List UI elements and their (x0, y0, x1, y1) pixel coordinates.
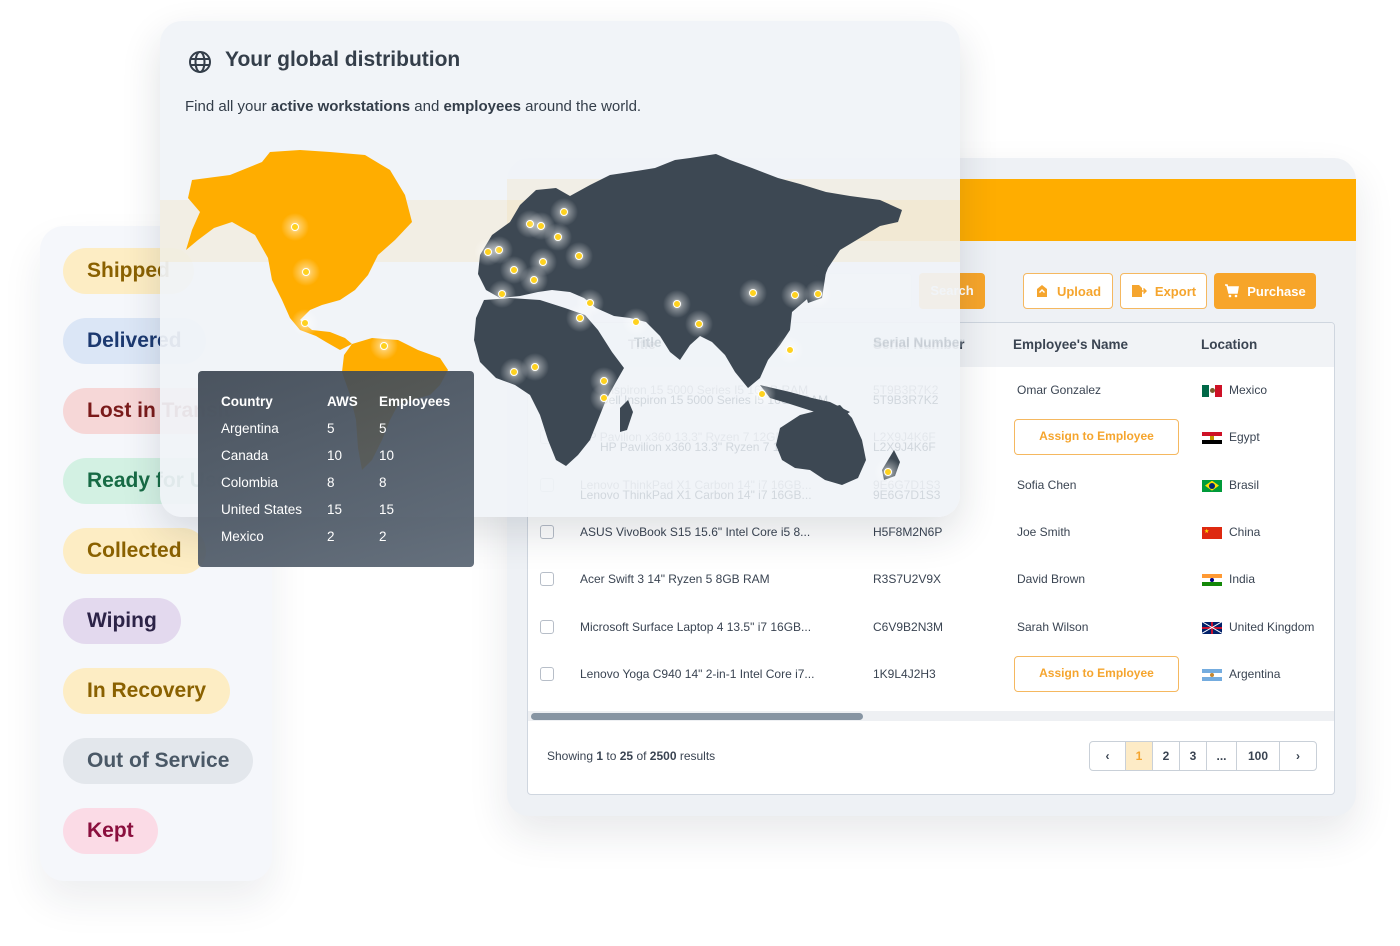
tooltip-cell: 5 (379, 421, 387, 436)
tooltip-cell: 2 (327, 529, 335, 544)
row-checkbox[interactable] (540, 666, 554, 681)
cell-employee: Omar Gonzalez (1017, 383, 1102, 397)
pill-label: Out of Service (87, 749, 230, 772)
tooltip-cell: 10 (327, 448, 343, 463)
cell-location: Argentina (1229, 666, 1281, 681)
cell-employee: David Brown (1017, 572, 1086, 587)
tooltip-header-cell: AWS (327, 394, 358, 409)
tooltip-cell: Argentina (221, 421, 279, 436)
next-page-button[interactable]: › (1280, 742, 1316, 770)
pill-label: In Recovery (87, 679, 207, 702)
tooltip-cell: Colombia (221, 475, 279, 490)
scrollbar-thumb[interactable] (531, 713, 863, 720)
cell-serial: 1K9L4J2H3 (873, 666, 936, 681)
row-checkbox[interactable] (540, 572, 554, 587)
tooltip-cell: Mexico (221, 529, 264, 544)
tooltip-cell: 2 (379, 529, 387, 544)
col-employee-name[interactable]: Employee's Name (1013, 323, 1128, 367)
ghost-title-2: HP Pavilion x360 13.3" Ryzen 7 12GB RAM (600, 440, 834, 454)
cell-employee: Sarah Wilson (1017, 619, 1089, 634)
table-row[interactable]: Lenovo Yoga C940 14" 2-in-1 Intel Core i… (528, 651, 1334, 698)
flag-eg-icon (1202, 432, 1222, 445)
cell-location: India (1229, 572, 1256, 587)
ghost-col-title: Title (634, 335, 662, 350)
cell-location: Mexico (1229, 383, 1268, 397)
ghost-title-3: Lenovo ThinkPad X1 Carbon 14" i7 16GB... (580, 488, 812, 502)
ghost-serial-3: 9E6G7D1S3 (873, 488, 941, 502)
country-tooltip: Country AWS Employees Argentina 5 5 Canada 10 10… (198, 371, 474, 567)
assign-to-employee-button[interactable]: Assign to Employee (1014, 655, 1179, 692)
cart-icon (1225, 284, 1240, 298)
card-title: Your global distribution (225, 48, 461, 71)
cell-employee: Joe Smith (1017, 524, 1071, 539)
ghost-col-serial: Serial Number (873, 335, 965, 350)
upload-icon (1036, 285, 1047, 297)
flag-gb-icon (1202, 621, 1222, 634)
status-pill-wiping[interactable]: Wiping (63, 598, 181, 644)
upload-button[interactable]: Upload (1023, 273, 1113, 309)
export-button[interactable]: Export (1120, 273, 1207, 309)
export-icon (1131, 285, 1147, 297)
tooltip-cell: United States (221, 502, 303, 517)
table-row[interactable]: Acer Swift 3 14" Ryzen 5 8GB RAM R3S7U2V9… (528, 556, 1334, 603)
page-2-button[interactable]: 2 (1153, 742, 1180, 770)
card-subtitle: Find all your active workstations and em… (185, 98, 642, 115)
cell-location: Egypt (1229, 430, 1260, 445)
tooltip-cell: 5 (327, 421, 335, 436)
horizontal-scrollbar[interactable] (528, 711, 1334, 721)
ghost-title-1: Dell Inspiron 15 5000 Series I5 16GB RAM (600, 393, 829, 407)
page-100-button[interactable]: 100 (1237, 742, 1280, 770)
tooltip-cell: 15 (379, 502, 395, 517)
cell-location: Brasil (1229, 477, 1260, 492)
cell-employee: Sofia Chen (1017, 477, 1077, 492)
flag-mx-icon (1202, 385, 1222, 397)
pill-label: Wiping (87, 609, 157, 632)
tooltip-cell: 8 (327, 475, 335, 490)
prev-page-button[interactable]: ‹ (1090, 742, 1126, 770)
cell-title: Acer Swift 3 14" Ryzen 5 8GB RAM (580, 572, 770, 587)
pill-label: Collected (87, 539, 182, 562)
globe-icon (189, 51, 211, 73)
purchase-button[interactable]: Purchase (1214, 273, 1316, 309)
purchase-label: Purchase (1247, 283, 1306, 299)
flag-ar-icon (1202, 668, 1222, 681)
page-1-button[interactable]: 1 (1126, 742, 1153, 770)
cell-title: Lenovo Yoga C940 14" 2-in-1 Intel Core i… (580, 666, 815, 681)
tooltip-header-cell: Employees (379, 394, 451, 409)
status-pill-in-recovery[interactable]: In Recovery (63, 668, 231, 714)
status-pill-kept[interactable]: Kept (63, 808, 158, 854)
page-3-button[interactable]: 3 (1180, 742, 1207, 770)
assign-to-employee-button[interactable]: Assign to Employee (1014, 419, 1179, 456)
cell-serial: R3S7U2V9X (873, 572, 942, 587)
tooltip-header-cell: Country (221, 394, 273, 409)
tooltip-cell: 10 (379, 448, 395, 463)
row-checkbox[interactable] (540, 524, 554, 539)
pagination: ‹ 1 2 3... 100 › (1089, 741, 1317, 771)
tooltip-cell: 15 (327, 502, 343, 517)
cell-location: China (1229, 524, 1261, 539)
pill-label: Shipped (87, 259, 170, 282)
flag-in-icon (1202, 574, 1222, 587)
col-location[interactable]: Location (1201, 323, 1257, 367)
cell-title: Microsoft Surface Laptop 4 13.5" i7 16GB… (580, 619, 812, 634)
table-row[interactable]: Microsoft Surface Laptop 4 13.5" i7 16GB… (528, 604, 1334, 651)
flag-cn-icon: ★ (1202, 526, 1222, 539)
cell-location: United Kingdom (1229, 619, 1315, 634)
ghost-serial-1: 5T9B3R7K2 (873, 393, 939, 407)
status-pill-out-of-service[interactable]: Out of Service (63, 738, 254, 784)
flag-br-icon (1202, 479, 1222, 492)
pill-label: Kept (87, 819, 134, 842)
export-label: Export (1154, 283, 1197, 299)
tooltip-cell: 8 (379, 475, 387, 490)
ghost-serial-2: L2X9J4K6F (873, 440, 936, 454)
page-ellipsis: ... (1207, 742, 1237, 770)
ghost-banner (160, 200, 960, 262)
tooltip-cell: Canada (221, 448, 269, 463)
row-checkbox[interactable] (540, 619, 554, 634)
upload-label: Upload (1056, 283, 1102, 299)
status-pill-collected[interactable]: Collected (63, 528, 206, 574)
cell-serial: C6V9B2N3M (873, 619, 944, 634)
results-summary: Showing 1 to 25 of 2500 results (547, 749, 716, 763)
